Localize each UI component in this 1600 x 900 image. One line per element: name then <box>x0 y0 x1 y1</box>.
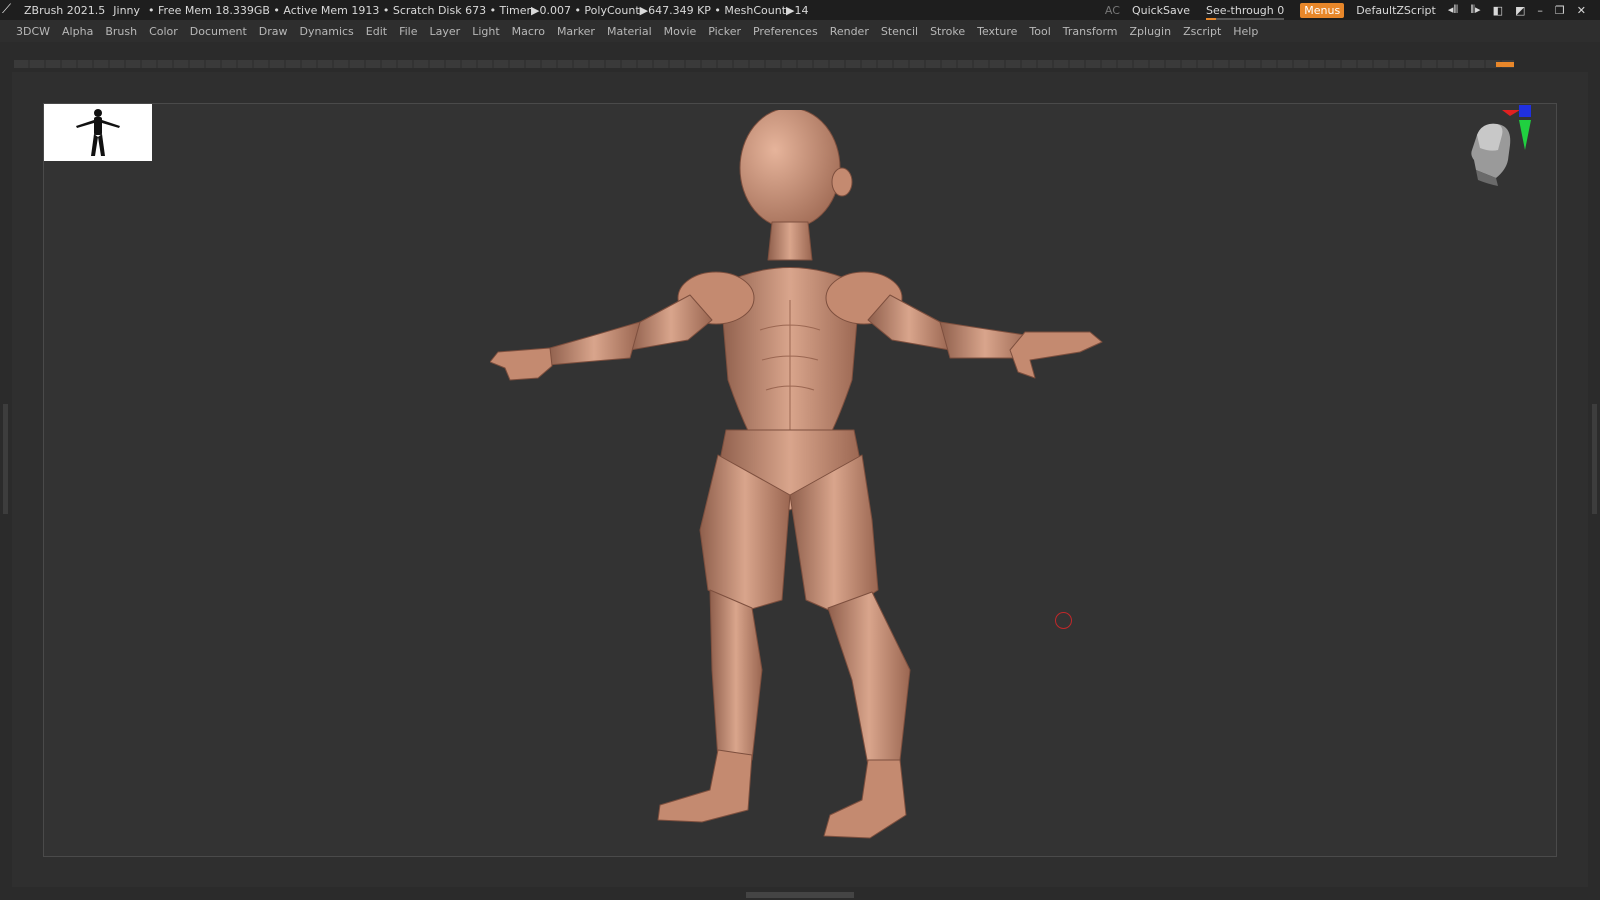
x-axis-arrow <box>1502 110 1520 116</box>
tray-right-icon[interactable]: ⦀▸ <box>1470 3 1480 17</box>
right-tray-handle[interactable] <box>1592 404 1597 514</box>
quicksave-button[interactable]: QuickSave <box>1132 4 1190 17</box>
close-icon[interactable]: ✕ <box>1577 4 1586 17</box>
menu-transform[interactable]: Transform <box>1057 25 1124 38</box>
3d-model-figure[interactable] <box>489 107 1110 860</box>
active-indicator <box>1496 62 1514 67</box>
menu-3dcw[interactable]: 3DCW <box>10 25 56 38</box>
right-foot <box>823 759 907 839</box>
menu-color[interactable]: Color <box>143 25 184 38</box>
menu-preferences[interactable]: Preferences <box>747 25 824 38</box>
layout-alt-icon[interactable]: ◩ <box>1515 4 1525 17</box>
head-gizmo-icon <box>1471 123 1511 186</box>
right-shin <box>827 591 911 766</box>
user-name: Jinny <box>113 3 141 17</box>
left-forearm <box>547 321 641 366</box>
tray-left-icon[interactable]: ◂⦀ <box>1448 3 1458 17</box>
menu-draw[interactable]: Draw <box>253 25 294 38</box>
restore-icon[interactable]: ❐ <box>1555 4 1565 17</box>
navigator-thumbnail[interactable] <box>44 104 152 161</box>
menu-light[interactable]: Light <box>466 25 505 38</box>
menu-material[interactable]: Material <box>601 25 658 38</box>
menu-render[interactable]: Render <box>824 25 875 38</box>
ear <box>831 167 853 197</box>
menu-stroke[interactable]: Stroke <box>924 25 971 38</box>
menu-document[interactable]: Document <box>184 25 253 38</box>
menu-layer[interactable]: Layer <box>424 25 467 38</box>
neck <box>767 221 813 261</box>
menu-edit[interactable]: Edit <box>360 25 393 38</box>
navigation-gizmo[interactable] <box>1462 100 1552 212</box>
menu-movie[interactable]: Movie <box>658 25 703 38</box>
menu-help[interactable]: Help <box>1227 25 1264 38</box>
see-through-value: 0 <box>1277 3 1285 17</box>
menu-picker[interactable]: Picker <box>702 25 747 38</box>
brush-cursor <box>1055 612 1072 629</box>
right-hand <box>1009 331 1103 379</box>
y-axis-arrow <box>1519 120 1531 150</box>
menu-marker[interactable]: Marker <box>551 25 601 38</box>
title-bar: ⟋ ZBrush 2021.5 Jinny • Free Mem 18.339G… <box>0 0 1600 20</box>
silhouette-icon <box>76 109 120 156</box>
menu-alpha[interactable]: Alpha <box>56 25 99 38</box>
menu-zscript[interactable]: Zscript <box>1177 25 1227 38</box>
bottom-tray-handle[interactable] <box>746 892 854 898</box>
default-zscript-button[interactable]: DefaultZScript <box>1356 4 1436 17</box>
menu-stencil[interactable]: Stencil <box>875 25 924 38</box>
see-through-label: See-through <box>1206 3 1274 17</box>
head <box>739 107 841 229</box>
menu-brush[interactable]: Brush <box>99 25 143 38</box>
menu-macro[interactable]: Macro <box>506 25 551 38</box>
left-foot <box>657 749 753 823</box>
see-through-slider[interactable]: See-through 0 <box>1202 3 1288 20</box>
menu-dynamics[interactable]: Dynamics <box>294 25 360 38</box>
menu-zplugin[interactable]: Zplugin <box>1124 25 1178 38</box>
layout-icon[interactable]: ◧ <box>1493 4 1503 17</box>
main-menu-bar: 3DCW Alpha Brush Color Document Draw Dynamics E… <box>0 20 1600 42</box>
menu-texture[interactable]: Texture <box>971 25 1023 38</box>
zbrush-logo-icon: ⟋ <box>2 2 12 17</box>
menu-file[interactable]: File <box>393 25 423 38</box>
left-hand <box>489 347 553 381</box>
top-shelf-strip <box>14 60 1514 68</box>
minimize-icon[interactable]: – <box>1537 4 1543 17</box>
left-tray-handle[interactable] <box>3 404 8 514</box>
app-name: ZBrush 2021.5 <box>24 3 106 17</box>
menus-toggle-button[interactable]: Menus <box>1300 2 1345 18</box>
ac-button[interactable]: AC <box>1105 4 1120 17</box>
z-axis-marker <box>1519 105 1531 117</box>
left-shin <box>709 589 763 761</box>
menu-tool[interactable]: Tool <box>1023 25 1056 38</box>
memory-stats: • Free Mem 18.339GB • Active Mem 1913 • … <box>148 3 809 17</box>
